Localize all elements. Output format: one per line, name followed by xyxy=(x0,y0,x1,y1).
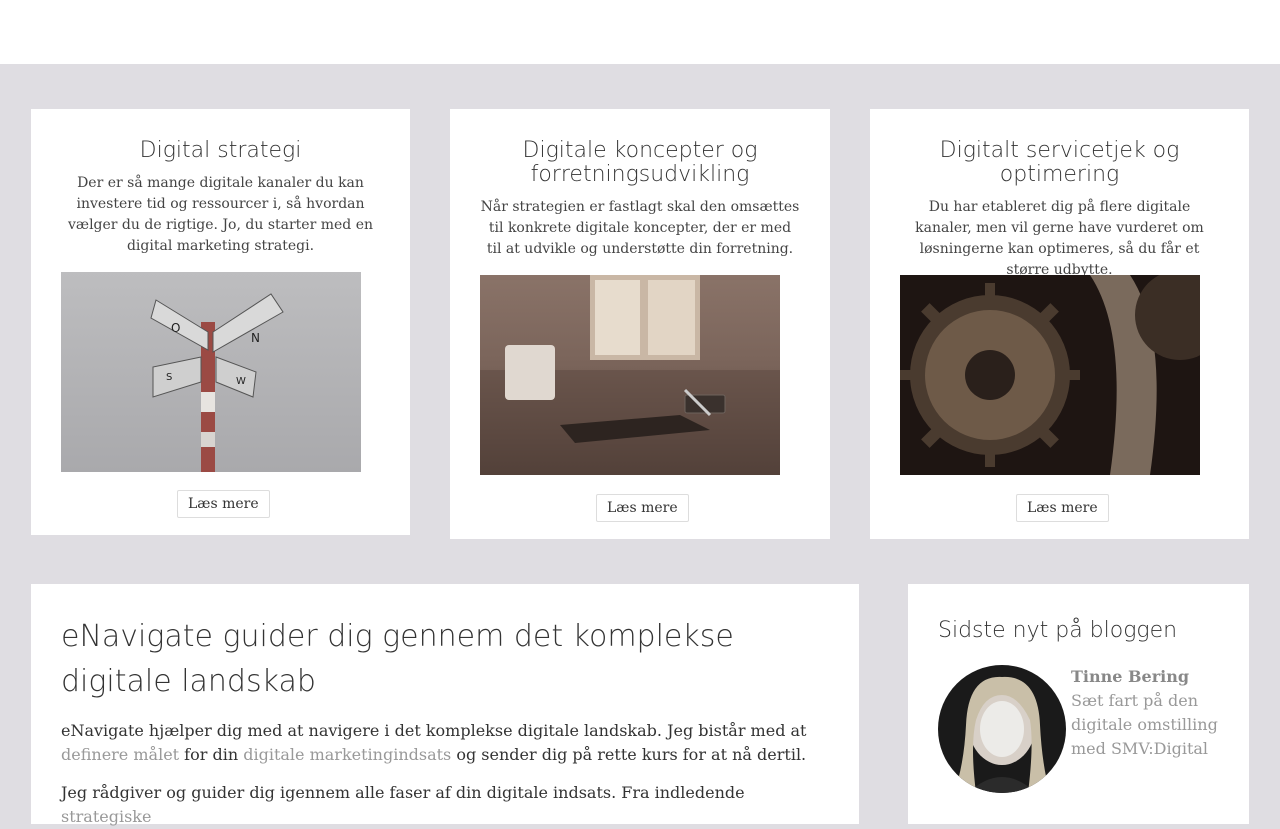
intro-article: eNavigate guider dig gennem det kompleks… xyxy=(31,584,859,826)
service-card-concepts: Digitale koncepter og forretningsudvikli… xyxy=(450,109,830,539)
post-title-link[interactable]: Sæt fart på den digitale omstilling med … xyxy=(1071,689,1241,761)
article-heading: eNavigate guider dig gennem det kompleks… xyxy=(61,619,734,699)
define-goal-link[interactable]: definere målet xyxy=(61,745,179,764)
card-title: Digitalt servicetjek og optimering xyxy=(939,138,1180,187)
svg-text:W: W xyxy=(236,376,246,387)
digital-marketing-link[interactable]: digitale marketingindsats xyxy=(243,745,451,764)
avatar[interactable] xyxy=(938,665,1066,793)
card-description: Når strategien er fastlagt skal den omsæ… xyxy=(480,199,800,257)
top-header-bar xyxy=(0,0,1280,64)
card-description: Der er så mange digitale kanaler du kan … xyxy=(68,175,373,254)
text-segment: Jeg rådgiver og guider dig igennem alle … xyxy=(61,783,745,802)
sidebar-heading: Sidste nyt på bloggen xyxy=(938,618,1178,643)
article-paragraph-1: eNavigate hjælper dig med at navigere i … xyxy=(61,719,831,767)
card-title: Digital strategi xyxy=(139,138,302,163)
svg-text:N: N xyxy=(251,331,260,345)
text-segment: eNavigate hjælper dig med at navigere i … xyxy=(61,721,807,740)
card-title: Digitale koncepter og forretningsudvikli… xyxy=(522,138,758,187)
blog-sidebar: Sidste nyt på bloggen Tinne Bering Sæt f… xyxy=(908,584,1249,824)
article-paragraph-2: Jeg rådgiver og guider dig igennem alle … xyxy=(61,781,831,829)
read-more-button[interactable]: Læs mere xyxy=(1016,494,1109,522)
card-description: Du har etableret dig på flere digitale k… xyxy=(915,199,1204,278)
service-card-servicecheck: Digitalt servicetjek og optimering Du ha… xyxy=(870,109,1249,539)
svg-text:S: S xyxy=(166,372,172,383)
desk-image xyxy=(480,275,780,475)
text-segment: og sender dig på rette kurs for at nå de… xyxy=(451,745,807,764)
svg-text:O: O xyxy=(171,321,180,335)
signpost-image: O N S W xyxy=(61,272,361,472)
read-more-button[interactable]: Læs mere xyxy=(177,490,270,518)
strategic-link[interactable]: strategiske xyxy=(61,807,151,826)
gears-image xyxy=(900,275,1200,475)
post-author[interactable]: Tinne Bering xyxy=(1071,666,1189,688)
read-more-button[interactable]: Læs mere xyxy=(596,494,689,522)
text-segment: for din xyxy=(179,745,244,764)
service-card-strategy: Digital strategi Der er så mange digital… xyxy=(31,109,410,535)
